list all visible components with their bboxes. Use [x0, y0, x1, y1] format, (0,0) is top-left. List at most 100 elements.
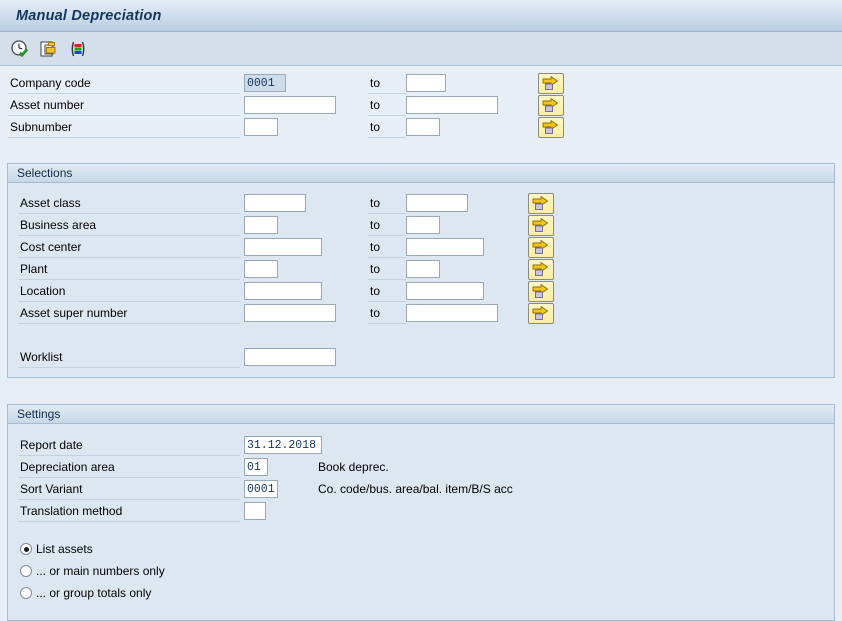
- multi-selection-arrow-icon: [532, 283, 549, 298]
- radio-label-main-numbers-only: ... or main numbers only: [36, 564, 165, 578]
- radio-button-icon: [20, 587, 32, 599]
- color-bars-icon: [71, 41, 85, 56]
- form-row-asset-super-number: Asset super number to: [18, 302, 554, 324]
- asset-super-number-to-input[interactable]: [406, 304, 498, 322]
- label-depreciation-area: Depreciation area: [18, 457, 240, 478]
- cost-center-input[interactable]: [244, 238, 322, 256]
- radio-group-totals-only[interactable]: ... or group totals only: [20, 586, 151, 600]
- sort-variant-input[interactable]: [244, 480, 278, 498]
- multi-selection-arrow-icon: [532, 195, 549, 210]
- multi-select-cost-center[interactable]: [528, 236, 554, 258]
- selection-screen: Company code to Asset number to Subnumbe…: [0, 66, 842, 621]
- form-row-asset-class: Asset class to: [18, 192, 554, 214]
- to-label-location: to: [368, 281, 406, 302]
- plant-input[interactable]: [244, 260, 278, 278]
- multi-selection-arrow-icon: [532, 305, 549, 320]
- sort-variant-description: Co. code/bus. area/bal. item/B/S acc: [318, 482, 513, 496]
- get-variant-button[interactable]: [38, 38, 60, 60]
- to-label-cost-center: to: [368, 237, 406, 258]
- form-row-sort-variant: Sort Variant Co. code/bus. area/bal. ite…: [18, 478, 513, 500]
- copy-variant-icon: [40, 40, 56, 57]
- to-label-asset-super-number: to: [368, 303, 406, 324]
- form-row-translation-method: Translation method: [18, 500, 266, 522]
- to-label-asset-number: to: [368, 95, 406, 116]
- form-row-worklist: Worklist: [18, 346, 336, 368]
- label-company-code: Company code: [8, 73, 240, 94]
- multi-selection-arrow-icon: [542, 97, 559, 112]
- label-sort-variant: Sort Variant: [18, 479, 240, 500]
- settings-group-title: Settings: [8, 405, 834, 424]
- multi-select-subnumber[interactable]: [538, 116, 564, 138]
- form-row-plant: Plant to: [18, 258, 554, 280]
- label-asset-number: Asset number: [8, 95, 240, 116]
- subnumber-to-input[interactable]: [406, 118, 440, 136]
- asset-number-to-input[interactable]: [406, 96, 498, 114]
- multi-selection-arrow-icon: [542, 75, 559, 90]
- label-worklist: Worklist: [18, 347, 240, 368]
- translation-method-input[interactable]: [244, 502, 266, 520]
- multi-selection-arrow-icon: [532, 261, 549, 276]
- multi-select-plant[interactable]: [528, 258, 554, 280]
- clock-check-icon: [11, 39, 29, 57]
- radio-label-group-totals-only: ... or group totals only: [36, 586, 152, 600]
- multi-selection-arrow-icon: [542, 119, 559, 134]
- location-to-input[interactable]: [406, 282, 484, 300]
- radio-label-list-assets: List assets: [36, 542, 93, 556]
- to-label-asset-class: to: [368, 193, 406, 214]
- depreciation-area-input[interactable]: [244, 458, 268, 476]
- form-row-location: Location to: [18, 280, 554, 302]
- label-cost-center: Cost center: [18, 237, 240, 258]
- radio-button-icon: [20, 543, 32, 555]
- to-label-plant: to: [368, 259, 406, 280]
- form-row-report-date: Report date: [18, 434, 322, 456]
- radio-list-assets[interactable]: List assets: [20, 542, 93, 556]
- plant-to-input[interactable]: [406, 260, 440, 278]
- business-area-to-input[interactable]: [406, 216, 440, 234]
- execute-button[interactable]: [9, 38, 31, 60]
- asset-super-number-input[interactable]: [244, 304, 336, 322]
- form-row-depreciation-area: Depreciation area Book deprec.: [18, 456, 389, 478]
- form-row-cost-center: Cost center to: [18, 236, 554, 258]
- company-code-input[interactable]: [244, 74, 286, 92]
- label-asset-super-number: Asset super number: [18, 303, 240, 324]
- label-location: Location: [18, 281, 240, 302]
- form-row-subnumber: Subnumber to: [8, 116, 564, 138]
- worklist-input[interactable]: [244, 348, 336, 366]
- multi-select-business-area[interactable]: [528, 214, 554, 236]
- depreciation-area-description: Book deprec.: [318, 460, 389, 474]
- form-row-asset-number: Asset number to: [8, 94, 564, 116]
- multi-select-asset-number[interactable]: [538, 94, 564, 116]
- label-subnumber: Subnumber: [8, 117, 240, 138]
- window-title-bar: Manual Depreciation: [0, 0, 842, 32]
- label-business-area: Business area: [18, 215, 240, 236]
- label-plant: Plant: [18, 259, 240, 280]
- to-label-company-code: to: [368, 73, 406, 94]
- business-area-input[interactable]: [244, 216, 278, 234]
- asset-class-input[interactable]: [244, 194, 306, 212]
- cost-center-to-input[interactable]: [406, 238, 484, 256]
- multi-select-company-code[interactable]: [538, 72, 564, 94]
- multi-selection-arrow-icon: [532, 217, 549, 232]
- to-label-subnumber: to: [368, 117, 406, 138]
- asset-class-to-input[interactable]: [406, 194, 468, 212]
- form-row-business-area: Business area to: [18, 214, 554, 236]
- display-colors-button[interactable]: [67, 38, 89, 60]
- multi-select-location[interactable]: [528, 280, 554, 302]
- to-label-business-area: to: [368, 215, 406, 236]
- label-translation-method: Translation method: [18, 501, 240, 522]
- multi-select-asset-super-number[interactable]: [528, 302, 554, 324]
- selections-group-title: Selections: [8, 164, 834, 183]
- multi-selection-arrow-icon: [532, 239, 549, 254]
- subnumber-input[interactable]: [244, 118, 278, 136]
- report-date-input[interactable]: [244, 436, 322, 454]
- form-row-company-code: Company code to: [8, 72, 564, 94]
- radio-main-numbers-only[interactable]: ... or main numbers only: [20, 564, 165, 578]
- radio-button-icon: [20, 565, 32, 577]
- company-code-to-input[interactable]: [406, 74, 446, 92]
- asset-number-input[interactable]: [244, 96, 336, 114]
- label-report-date: Report date: [18, 435, 240, 456]
- multi-select-asset-class[interactable]: [528, 192, 554, 214]
- page-title: Manual Depreciation: [16, 7, 162, 24]
- location-input[interactable]: [244, 282, 322, 300]
- application-toolbar: © www.tutorialkart.com: [0, 32, 842, 95]
